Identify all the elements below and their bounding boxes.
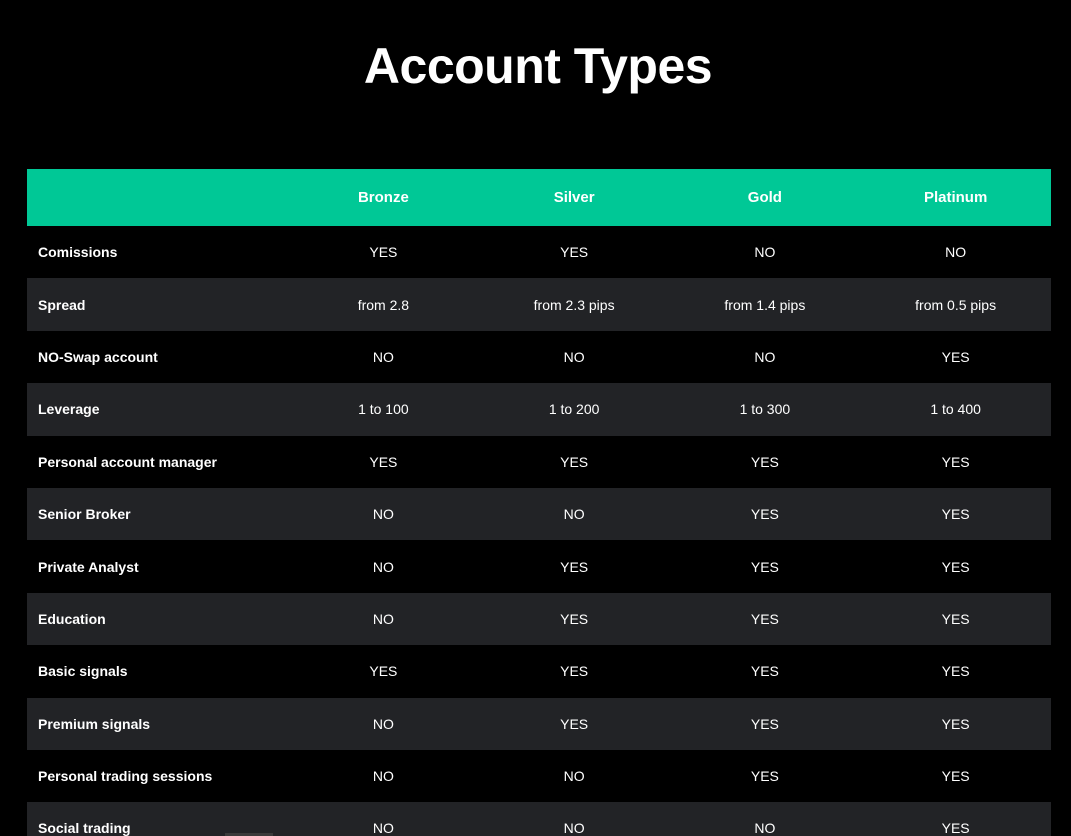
cell-silver: NO [563,768,585,785]
cell-platinum: YES [941,558,970,575]
cell-gold: YES [750,663,779,680]
cell-gold: YES [750,506,779,523]
cell-gold: YES [750,715,779,732]
cell-silver: YES [560,610,589,627]
row-label: Basic signals [38,663,128,680]
row-label: Senior Broker [38,506,131,523]
cell-bronze: NO [372,715,394,732]
header-cell-gold: Gold [747,189,782,206]
cell-silver: YES [560,715,589,732]
cell-bronze: YES [369,244,398,261]
table-header-row: Bronze Silver Gold Platinum [27,169,1051,226]
cell-platinum: YES [941,453,970,470]
account-types-table-container: Bronze Silver Gold Platinum Comissions YE… [27,169,1051,836]
cell-silver: YES [560,244,589,261]
row-label: Spread [38,296,86,313]
table-row: Leverage 1 to 100 1 to 200 1 to 300 1 to 400 [27,383,1051,436]
cell-gold: NO [754,244,776,261]
table-row: Premium signals NO YES YES YES [27,697,1051,750]
cell-gold: from 1.4 pips [724,296,806,313]
header-cell-silver: Silver [553,189,595,206]
cell-bronze: YES [369,663,398,680]
row-label: Private Analyst [38,558,139,575]
cell-platinum: YES [941,610,970,627]
row-label: Premium signals [38,715,151,732]
cell-platinum: from 0.5 pips [915,296,997,313]
table-row: NO-Swap account NO NO NO YES [27,330,1051,384]
cell-bronze: YES [369,453,398,470]
cell-bronze: from 2.8 [357,296,410,313]
cell-bronze: NO [372,348,394,365]
table-header: Bronze Silver Gold Platinum [27,169,1051,226]
cell-platinum: YES [941,715,970,732]
cell-silver: NO [563,506,585,523]
cell-silver: NO [563,820,585,836]
table-row: Basic signals YES YES YES YES [27,645,1051,698]
cell-silver: 1 to 200 [548,401,600,418]
row-label: Education [38,610,106,627]
cell-gold: NO [754,820,776,836]
table-row: Private Analyst NO YES YES YES [27,540,1051,593]
table-row: Social trading NO NO NO YES [27,802,1051,836]
cell-bronze: NO [372,768,394,785]
cell-platinum: YES [941,506,970,523]
cell-platinum: YES [941,768,970,785]
page-title: Account Types [363,38,713,94]
cell-silver: YES [560,453,589,470]
cell-silver: YES [560,558,589,575]
cell-bronze: NO [372,610,394,627]
cell-platinum: YES [941,663,970,680]
cell-bronze: 1 to 100 [358,401,409,418]
header-cell-bronze: Bronze [357,189,409,206]
table-row: Spread from 2.8 from 2.3 pips from 1.4 pips… [27,278,1051,331]
row-label: Comissions [38,244,118,261]
table-body: Comissions YES YES NO NO Spread from 2.8 from 2… [27,226,1051,836]
row-label: Social trading [38,820,131,836]
cell-gold: 1 to 300 [739,401,791,418]
table-row: Personal account manager YES YES YES YES [27,435,1051,488]
cell-bronze: NO [372,558,394,575]
row-label: Leverage [38,401,100,418]
cell-platinum: YES [941,348,970,365]
cell-gold: NO [754,348,776,365]
cell-bronze: NO [372,820,394,836]
cell-platinum: 1 to 400 [930,401,981,418]
row-label: NO-Swap account [38,348,158,365]
cell-gold: YES [750,453,779,470]
cell-platinum: YES [941,820,970,836]
header-cell-feature [27,169,288,226]
account-types-page: Account Types Bronze Silver Gold Platinu… [0,0,1071,836]
cell-platinum: NO [945,244,967,261]
cell-silver: from 2.3 pips [533,296,615,313]
cell-gold: YES [750,558,779,575]
table-row: Education NO YES YES YES [27,592,1051,646]
cell-bronze: NO [372,506,394,523]
cell-silver: YES [560,663,589,680]
table-row: Comissions YES YES NO NO [27,226,1051,279]
table-row: Senior Broker NO NO YES YES [27,487,1051,541]
cell-silver: NO [563,348,585,365]
row-label: Personal account manager [38,453,217,470]
row-label: Personal trading sessions [38,768,213,785]
cell-gold: YES [750,768,779,785]
header-cell-platinum: Platinum [923,189,988,206]
account-types-table: Bronze Silver Gold Platinum Comissions YE… [27,169,1051,836]
cell-gold: YES [750,610,779,627]
table-row: Personal trading sessions NO NO YES YES [27,749,1051,803]
